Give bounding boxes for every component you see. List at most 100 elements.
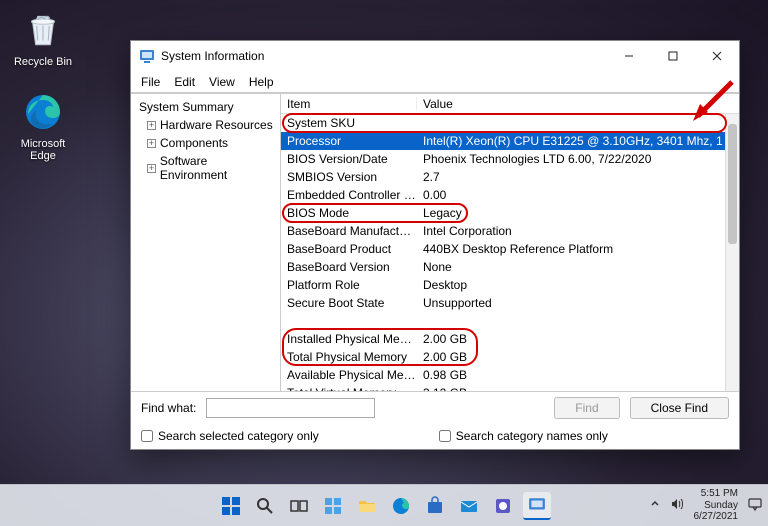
- vertical-scrollbar[interactable]: [725, 114, 739, 391]
- cell-value: Intel(R) Xeon(R) CPU E31225 @ 3.10GHz, 3…: [417, 134, 739, 148]
- cell-value: 440BX Desktop Reference Platform: [417, 242, 739, 256]
- find-button[interactable]: Find: [554, 397, 619, 419]
- tree-node-hardware[interactable]: +Hardware Resources: [133, 116, 278, 134]
- category-tree[interactable]: System Summary +Hardware Resources +Comp…: [131, 94, 281, 391]
- table-row[interactable]: Secure Boot StateUnsupported: [281, 294, 739, 312]
- column-item[interactable]: Item: [281, 97, 417, 111]
- notifications-icon[interactable]: [748, 497, 762, 514]
- window-title: System Information: [161, 49, 264, 63]
- column-value[interactable]: Value: [417, 97, 739, 111]
- table-row[interactable]: Platform RoleDesktop: [281, 276, 739, 294]
- start-button[interactable]: [217, 492, 245, 520]
- cell-item: BIOS Version/Date: [281, 152, 417, 166]
- cell-value: 2.00 GB: [417, 332, 739, 346]
- cell-item: SMBIOS Version: [281, 170, 417, 184]
- expand-icon[interactable]: +: [147, 139, 156, 148]
- table-row[interactable]: BIOS Version/DatePhoenix Technologies LT…: [281, 150, 739, 168]
- table-row[interactable]: Total Physical Memory2.00 GB: [281, 348, 739, 366]
- cell-value: 3.12 GB: [417, 386, 739, 391]
- minimize-button[interactable]: [607, 41, 651, 71]
- table-row[interactable]: Total Virtual Memory3.12 GB: [281, 384, 739, 391]
- cell-item: Processor: [281, 134, 417, 148]
- cell-item: Embedded Controller Ver...: [281, 188, 417, 202]
- taskbar[interactable]: 5:51 PM Sunday 6/27/2021: [0, 484, 768, 526]
- menu-file[interactable]: File: [141, 75, 160, 89]
- system-tray[interactable]: 5:51 PM Sunday 6/27/2021: [650, 485, 763, 526]
- menu-help[interactable]: Help: [249, 75, 274, 89]
- menu-edit[interactable]: Edit: [174, 75, 195, 89]
- system-information-window: System Information File Edit View Help S…: [130, 40, 740, 450]
- table-row[interactable]: BaseBoard Product440BX Desktop Reference…: [281, 240, 739, 258]
- cell-value: 2.7: [417, 170, 739, 184]
- table-row[interactable]: BIOS ModeLegacy: [281, 204, 739, 222]
- table-row[interactable]: SMBIOS Version2.7: [281, 168, 739, 186]
- explorer-button[interactable]: [353, 492, 381, 520]
- table-row[interactable]: Installed Physical Memory...2.00 GB: [281, 330, 739, 348]
- details-list: Item Value System SKU ProcessorIntel(R) X…: [281, 94, 739, 391]
- volume-icon[interactable]: [670, 497, 684, 514]
- titlebar[interactable]: System Information: [131, 41, 739, 71]
- column-headers[interactable]: Item Value: [281, 94, 739, 114]
- expand-icon[interactable]: +: [147, 121, 156, 130]
- cell-item: System SKU: [281, 116, 417, 130]
- find-input[interactable]: [206, 398, 375, 418]
- menubar: File Edit View Help: [131, 71, 739, 93]
- clock-day: Sunday: [694, 500, 739, 512]
- table-row[interactable]: BaseBoard VersionNone: [281, 258, 739, 276]
- recycle-bin-icon: [21, 8, 65, 52]
- table-row[interactable]: Embedded Controller Ver...0.00: [281, 186, 739, 204]
- desktop-icon-edge[interactable]: Microsoft Edge: [8, 90, 78, 162]
- desktop-icon-label: Microsoft Edge: [8, 138, 78, 162]
- sysinfo-taskbar-button[interactable]: [523, 492, 551, 520]
- cell-value: Legacy: [417, 206, 739, 220]
- close-find-button[interactable]: Close Find: [630, 397, 729, 419]
- search-button[interactable]: [251, 492, 279, 520]
- table-row[interactable]: BaseBoard ManufacturerIntel Corporation: [281, 222, 739, 240]
- cell-value: 0.00: [417, 188, 739, 202]
- cell-value: Intel Corporation: [417, 224, 739, 238]
- edge-icon: [21, 90, 65, 134]
- cell-value: Phoenix Technologies LTD 6.00, 7/22/2020: [417, 152, 739, 166]
- menu-view[interactable]: View: [209, 75, 235, 89]
- task-view-button[interactable]: [285, 492, 313, 520]
- checkbox[interactable]: [141, 430, 153, 442]
- table-row[interactable]: System SKU: [281, 114, 739, 132]
- cell-item: BaseBoard Version: [281, 260, 417, 274]
- find-bar: Find what: Find Close Find: [131, 391, 739, 423]
- desktop-icon-label: Recycle Bin: [8, 56, 78, 68]
- cell-value: 2.00 GB: [417, 350, 739, 364]
- checkbox[interactable]: [439, 430, 451, 442]
- clock-date: 6/27/2021: [694, 511, 739, 523]
- table-row[interactable]: ProcessorIntel(R) Xeon(R) CPU E31225 @ 3…: [281, 132, 739, 150]
- cell-item: BaseBoard Manufacturer: [281, 224, 417, 238]
- cell-item: Total Physical Memory: [281, 350, 417, 364]
- cell-value: Desktop: [417, 278, 739, 292]
- mail-button[interactable]: [455, 492, 483, 520]
- app-button[interactable]: [489, 492, 517, 520]
- edge-button[interactable]: [387, 492, 415, 520]
- desktop-icon-recycle-bin[interactable]: Recycle Bin: [8, 8, 78, 68]
- find-label: Find what:: [141, 401, 196, 415]
- widgets-button[interactable]: [319, 492, 347, 520]
- tray-chevron-icon[interactable]: [650, 499, 660, 512]
- tree-node-components[interactable]: +Components: [133, 134, 278, 152]
- cell-value: 0.98 GB: [417, 368, 739, 382]
- tree-node-software[interactable]: +Software Environment: [133, 152, 278, 184]
- app-icon: [139, 48, 155, 64]
- cell-item: Total Virtual Memory: [281, 386, 417, 391]
- maximize-button[interactable]: [651, 41, 695, 71]
- check-selected-category[interactable]: Search selected category only: [141, 429, 319, 443]
- cell-item: BIOS Mode: [281, 206, 417, 220]
- clock-time: 5:51 PM: [694, 488, 739, 500]
- tree-root[interactable]: System Summary: [133, 98, 278, 116]
- table-row[interactable]: [281, 312, 739, 330]
- check-category-names[interactable]: Search category names only: [439, 429, 608, 443]
- store-button[interactable]: [421, 492, 449, 520]
- table-row[interactable]: Available Physical Memory0.98 GB: [281, 366, 739, 384]
- clock[interactable]: 5:51 PM Sunday 6/27/2021: [694, 488, 739, 523]
- expand-icon[interactable]: +: [147, 164, 156, 173]
- cell-value: None: [417, 260, 739, 274]
- cell-value: Unsupported: [417, 296, 739, 310]
- close-button[interactable]: [695, 41, 739, 71]
- scrollbar-thumb[interactable]: [728, 124, 737, 244]
